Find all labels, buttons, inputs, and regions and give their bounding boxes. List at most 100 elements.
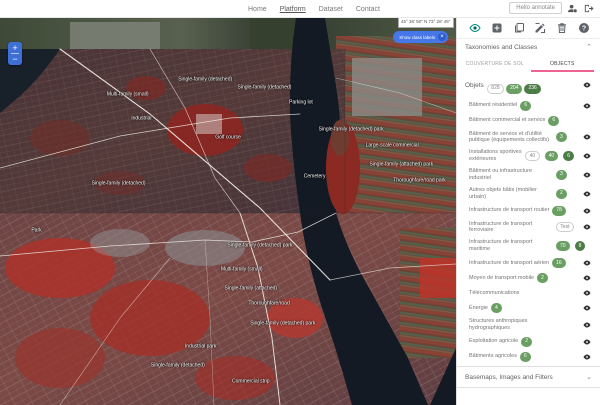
zoom-out-button[interactable]: − [8, 54, 22, 64]
count-pill[interactable]: 236 [524, 84, 540, 94]
visibility-icon[interactable] [469, 22, 481, 34]
count-pill[interactable]: 204 [506, 84, 522, 94]
eye-icon[interactable] [582, 320, 592, 330]
copy-icon[interactable] [513, 22, 525, 34]
taxonomy-tabs: COUVERTURE DE SOL OBJECTS [457, 55, 600, 72]
count-pill[interactable]: 6 [548, 116, 559, 126]
taxonomies-panel-header[interactable]: Taxonomies and Classes ⌃ [457, 38, 600, 55]
class-label: Bâtiment de service et d'utilité publiqu… [469, 131, 553, 145]
count-pill[interactable]: 6 [520, 101, 531, 111]
delete-icon[interactable] [556, 22, 568, 34]
count-pill[interactable]: 40 [525, 151, 540, 161]
class-label: Infrastructure de transport maritime [469, 239, 553, 253]
chevron-up-icon[interactable]: ⌃ [586, 43, 592, 51]
eye-icon[interactable] [582, 352, 592, 362]
show-class-labels-button[interactable]: Show class labels × [393, 31, 448, 43]
main-nav: Home Platform Dataset Contact [248, 0, 380, 18]
satellite-imagery [0, 18, 456, 405]
count-pill[interactable]: 2 [537, 273, 548, 283]
class-label: Infrastructure de transport routier [469, 207, 549, 214]
eye-icon[interactable] [582, 189, 592, 199]
class-row[interactable]: Structures anthropiques hydrographiques [457, 316, 600, 335]
class-row[interactable]: Énergie4 [457, 301, 600, 316]
count-pill[interactable]: 2 [521, 337, 532, 347]
annotation-app: Multi-family (small)Single-family (detac… [0, 0, 600, 405]
eye-icon[interactable] [582, 303, 592, 313]
eye-icon[interactable] [582, 101, 592, 111]
count-pill[interactable]: 40 [545, 151, 559, 161]
class-row[interactable]: Exploitation agricole2 [457, 334, 600, 349]
class-label: Installations sportives extérieures [469, 149, 522, 163]
nav-link-contact[interactable]: Contact [356, 6, 380, 13]
show-class-labels-text: Show class labels [399, 35, 435, 40]
help-icon[interactable]: ? [578, 22, 590, 34]
class-row[interactable]: Installations sportives extérieures40406 [457, 147, 600, 166]
close-icon[interactable]: × [438, 33, 446, 41]
nav-link-platform[interactable]: Platform [280, 6, 306, 13]
class-label: Énergie [469, 305, 488, 312]
class-row[interactable]: Télécommunications [457, 286, 600, 301]
eye-icon[interactable] [582, 288, 592, 298]
count-pill[interactable]: 3 [556, 132, 567, 142]
manage-account-icon[interactable] [567, 3, 578, 14]
add-annotation-icon[interactable] [491, 22, 503, 34]
basemaps-section-header[interactable]: Basemaps, Images and Filters ⌄ [457, 366, 600, 387]
eye-icon[interactable] [582, 273, 592, 283]
class-label: Autres objets bâtis (mobilier urbain) [469, 187, 553, 201]
class-row[interactable]: Infrastructure de transport aérien16 [457, 256, 600, 271]
coordinates-input[interactable] [398, 18, 454, 28]
class-list[interactable]: Bâtiment résidentiel6Bâtiment commercial… [457, 97, 600, 366]
objects-summary-row: Objets 828204236 [457, 72, 600, 97]
class-row[interactable]: Infrastructure de transport maritime70 8 [457, 237, 600, 256]
top-navbar: Home Platform Dataset Contact Hello annotat… [0, 0, 600, 18]
map-canvas[interactable]: Multi-family (small)Single-family (detac… [0, 18, 456, 405]
eye-icon[interactable] [582, 151, 592, 161]
count-pill[interactable]: 78 [552, 206, 566, 216]
class-row[interactable]: Bâtiment ou infrastructure industriel3 [457, 166, 600, 185]
class-label: Télécommunications [469, 290, 519, 297]
count-pill[interactable]: 6 [563, 151, 574, 161]
panel-title: Taxonomies and Classes [465, 44, 537, 51]
class-row[interactable]: Bâtiment résidentiel6 [457, 98, 600, 113]
eye-icon[interactable] [582, 170, 592, 180]
class-row[interactable]: Infrastructure de transport ferroviaireT… [457, 218, 600, 237]
count-pill[interactable]: 70 [556, 241, 570, 251]
count-pill[interactable]: 16 [552, 258, 566, 268]
chevron-down-icon[interactable]: ⌄ [586, 373, 592, 381]
logout-icon[interactable] [583, 3, 594, 14]
eye-icon[interactable] [582, 222, 592, 232]
edit-icon[interactable] [534, 22, 546, 34]
count-pill[interactable]: 4 [491, 303, 502, 313]
class-row[interactable]: Bâtiment commercial et service6 [457, 113, 600, 128]
class-row[interactable]: Bâtiment de service et d'utilité publiqu… [457, 128, 600, 147]
user-greeting: Hello annotate [509, 2, 562, 14]
right-sidebar: ? Taxonomies and Classes ⌃ COUVERTURE DE… [456, 18, 600, 405]
count-pill[interactable]: 3 [556, 170, 567, 180]
count-pill[interactable]: Test [556, 222, 574, 232]
class-row[interactable]: Autres objets bâtis (mobilier urbain)2 [457, 184, 600, 203]
class-label: Bâtiment ou infrastructure industriel [469, 168, 553, 182]
class-label: Exploitation agricole [469, 338, 518, 345]
nav-link-dataset[interactable]: Dataset [319, 6, 343, 13]
eye-icon[interactable] [582, 80, 592, 90]
eye-icon[interactable] [582, 206, 592, 216]
class-label: Bâtiment commercial et service [469, 117, 545, 124]
tab-couverture-de-sol[interactable]: COUVERTURE DE SOL [463, 57, 527, 72]
class-label: Bâtiments agricoles [469, 353, 517, 360]
eye-icon[interactable] [582, 337, 592, 347]
tab-objects[interactable]: OBJECTS [531, 57, 595, 72]
class-row[interactable]: Infrastructure de transport routier78 [457, 203, 600, 218]
nav-link-home[interactable]: Home [248, 6, 267, 13]
count-pill[interactable]: 2 [556, 189, 567, 199]
class-row[interactable]: Bâtiments agricoles6 [457, 349, 600, 364]
eye-icon[interactable] [582, 132, 592, 142]
zoom-in-button[interactable]: + [8, 43, 22, 53]
eye-icon[interactable] [582, 258, 592, 268]
count-pill[interactable]: 828 [487, 84, 504, 94]
map-zoom-control: + − [8, 42, 22, 65]
class-row[interactable]: Moyen de transport mobile2 [457, 271, 600, 286]
count-pill[interactable]: 8 [575, 241, 586, 251]
count-pill[interactable]: 6 [520, 352, 531, 362]
objects-count-pills: 828204236 [487, 76, 543, 94]
user-area: Hello annotate [509, 2, 594, 14]
